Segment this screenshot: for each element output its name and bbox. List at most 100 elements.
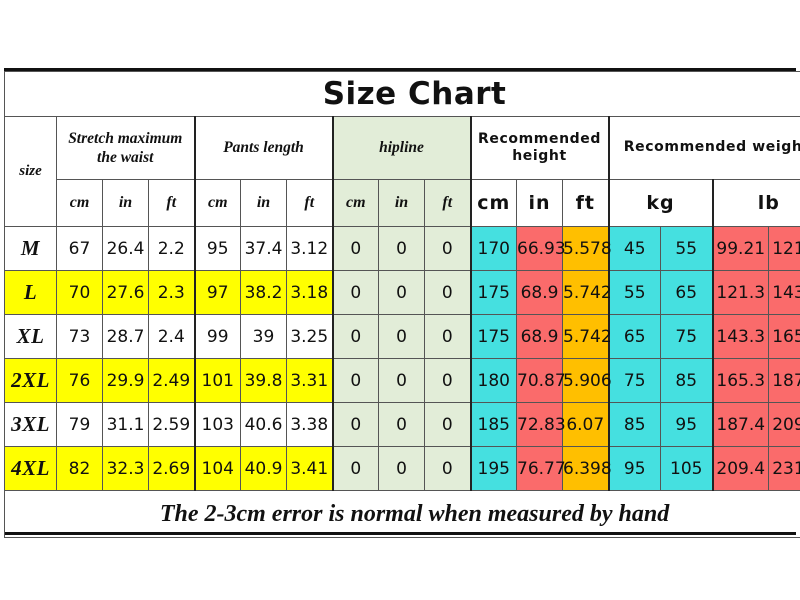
cell-waist-cm: 82 [56, 446, 103, 491]
cell-pants-cm: 101 [194, 358, 241, 403]
cell-height-in: 76.77 [516, 446, 566, 491]
footer-row: The 2-3cm error is normal when measured … [3, 490, 800, 538]
cell-pants-cm: 95 [194, 226, 241, 271]
cell-weight-lb-min: 165.3 [712, 358, 769, 403]
cell-pants-in: 39.8 [240, 358, 287, 403]
table-row: M 67 26.4 2.2 95 37.4 3.12 0 0 0 170 66.… [4, 226, 800, 271]
unit-header-row: cm in ft cm in ft cm in ft cm in ft kg l… [5, 179, 800, 227]
cell-height-in: 68.9 [516, 314, 563, 359]
cell-height-ft: 6.398 [562, 446, 612, 491]
size-chart-table-frame: Size Chart size Stretch maximum the wais… [3, 68, 800, 538]
cell-waist-ft: 2.2 [148, 226, 196, 271]
cell-waist-in: 31.1 [102, 402, 149, 447]
cell-pants-in: 37.4 [240, 226, 287, 271]
cell-weight-lb-max: 209.4 [767, 402, 800, 447]
cell-hip-cm: 0 [332, 358, 379, 403]
cell-hip-in: 0 [378, 226, 425, 271]
unit-pants-cm: cm [194, 179, 241, 227]
cell-weight-kg-max: 105 [660, 446, 714, 491]
cell-waist-ft: 2.49 [148, 358, 196, 403]
table-row: 4XL 82 32.3 2.69 104 40.9 3.41 0 0 0 195… [4, 446, 800, 491]
cell-weight-kg-min: 85 [608, 402, 661, 447]
cell-pants-cm: 97 [194, 270, 241, 315]
cell-waist-in: 32.3 [102, 446, 149, 491]
cell-waist-cm: 79 [56, 402, 103, 447]
page-title: Size Chart [3, 71, 800, 117]
cell-hip-cm: 0 [332, 446, 379, 491]
cell-hip-cm: 0 [332, 270, 379, 315]
cell-waist-in: 27.6 [102, 270, 149, 315]
unit-pants-ft: ft [286, 179, 334, 227]
table-row: 3XL 79 31.1 2.59 103 40.6 3.38 0 0 0 185… [4, 402, 800, 447]
cell-pants-cm: 104 [194, 446, 241, 491]
cell-weight-lb-max: 165.3 [767, 314, 800, 359]
cell-hip-cm: 0 [332, 402, 379, 447]
header-group-recommended-height: Recommended height [470, 116, 610, 180]
cell-weight-lb-min: 209.4 [712, 446, 769, 491]
cell-height-ft: 5.578 [562, 226, 612, 271]
cell-weight-lb-min: 143.3 [712, 314, 769, 359]
cell-hip-in: 0 [378, 358, 425, 403]
cell-height-ft: 5.742 [562, 270, 612, 315]
cell-hip-ft: 0 [424, 314, 472, 359]
cell-waist-ft: 2.69 [148, 446, 196, 491]
header-group-recommended-weight: Recommended weight [607, 116, 800, 180]
cell-pants-in: 39 [240, 314, 287, 359]
cell-hip-ft: 0 [424, 402, 472, 447]
unit-hip-ft: ft [424, 179, 472, 227]
cell-height-cm: 195 [470, 446, 517, 491]
measurement-error-note: The 2-3cm error is normal when measured … [3, 490, 800, 538]
cell-weight-lb-min: 99.21 [712, 226, 769, 271]
cell-height-ft: 6.07 [562, 402, 610, 447]
header-group-pants-length: Pants length [194, 116, 334, 180]
cell-weight-kg-min: 75 [608, 358, 661, 403]
cell-pants-in: 38.2 [240, 270, 287, 315]
cell-pants-cm: 99 [194, 314, 241, 359]
header-size: size [4, 116, 57, 227]
cell-pants-in: 40.6 [240, 402, 287, 447]
cell-height-in: 72.83 [516, 402, 566, 447]
unit-weight-lb: lb [711, 179, 800, 227]
cell-hip-in: 0 [378, 446, 425, 491]
unit-height-in: in [516, 179, 563, 227]
cell-weight-kg-max: 65 [660, 270, 714, 315]
cell-hip-cm: 0 [332, 314, 379, 359]
cell-height-cm: 175 [470, 270, 517, 315]
cell-pants-in: 40.9 [240, 446, 287, 491]
cell-waist-cm: 70 [56, 270, 103, 315]
unit-hip-cm: cm [332, 179, 379, 227]
cell-weight-kg-min: 55 [608, 270, 661, 315]
cell-weight-kg-min: 95 [608, 446, 661, 491]
unit-height-cm: cm [470, 179, 517, 227]
cell-weight-kg-max: 85 [660, 358, 714, 403]
table-row: XL 73 28.7 2.4 99 39 3.25 0 0 0 175 68.9… [4, 314, 800, 359]
cell-hip-ft: 0 [424, 446, 472, 491]
cell-hip-in: 0 [378, 402, 425, 447]
size-chart-table: Size Chart size Stretch maximum the wais… [3, 71, 800, 538]
cell-hip-in: 0 [378, 270, 425, 315]
cell-height-ft: 5.742 [562, 314, 612, 359]
header-group-hipline: hipline [332, 116, 472, 180]
cell-height-in: 68.9 [516, 270, 563, 315]
cell-height-cm: 180 [470, 358, 517, 403]
cell-height-cm: 170 [470, 226, 517, 271]
cell-weight-lb-max: 187.4 [767, 358, 800, 403]
unit-waist-in: in [102, 179, 149, 227]
unit-weight-kg: kg [608, 179, 714, 227]
cell-hip-ft: 0 [424, 270, 472, 315]
cell-waist-cm: 67 [56, 226, 103, 271]
unit-hip-in: in [378, 179, 425, 227]
unit-height-ft: ft [562, 179, 610, 227]
cell-pants-ft: 3.12 [286, 226, 334, 271]
size-chart-page: Size Chart size Stretch maximum the wais… [0, 0, 800, 600]
title-row: Size Chart [3, 71, 800, 117]
row-size-label: XL [4, 314, 57, 359]
cell-weight-lb-min: 187.4 [712, 402, 769, 447]
cell-waist-ft: 2.4 [148, 314, 196, 359]
cell-waist-cm: 73 [56, 314, 103, 359]
row-size-label: 4XL [4, 446, 57, 491]
cell-waist-in: 29.9 [102, 358, 149, 403]
table-row: 2XL 76 29.9 2.49 101 39.8 3.31 0 0 0 180… [4, 358, 800, 403]
cell-weight-lb-min: 121.3 [712, 270, 769, 315]
cell-hip-in: 0 [378, 314, 425, 359]
